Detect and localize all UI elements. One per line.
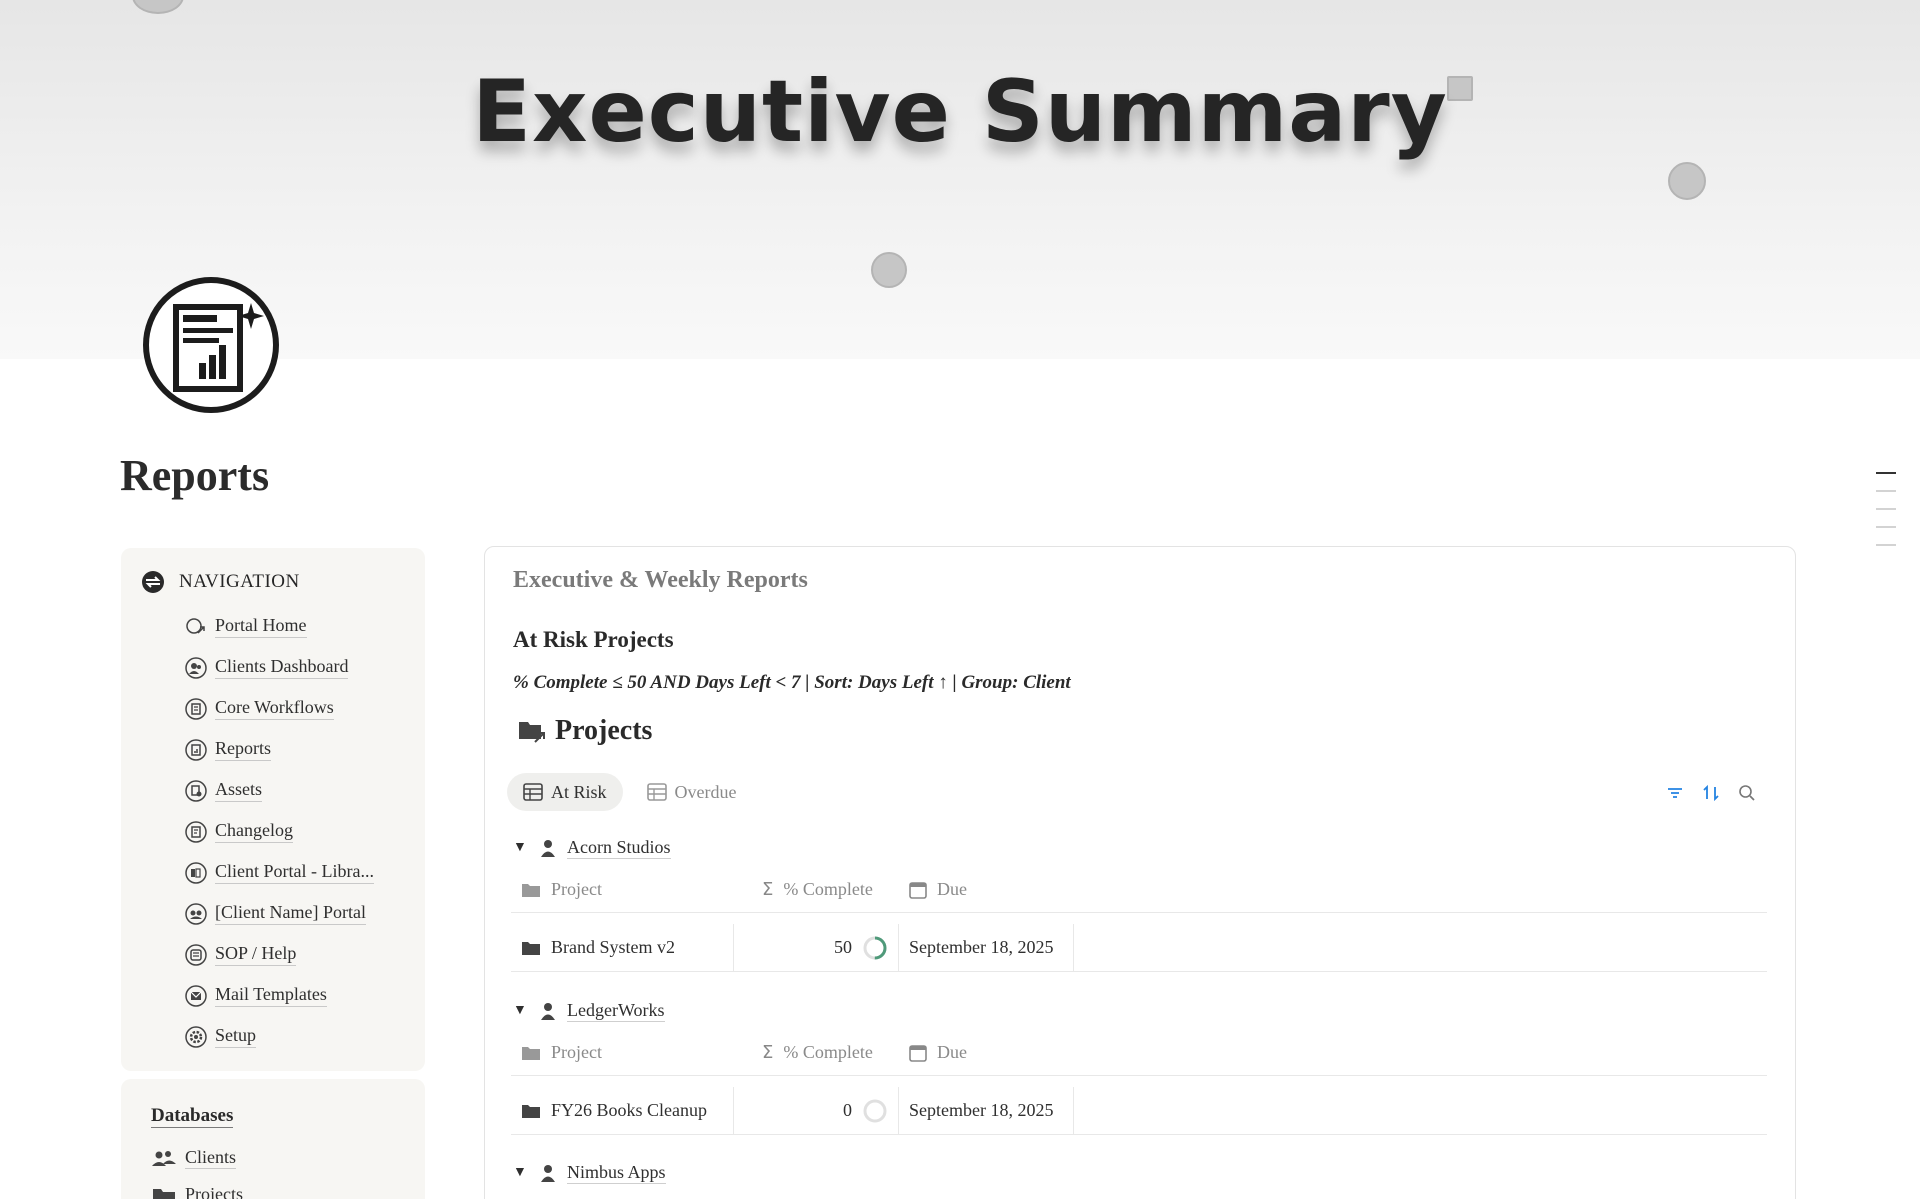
table-of-contents-marks[interactable] <box>1876 472 1896 562</box>
sigma-icon: Σ <box>762 1042 774 1063</box>
view-toolbar <box>1665 783 1757 803</box>
column-header-project[interactable]: Project <box>511 867 734 912</box>
sort-icon[interactable] <box>1701 783 1721 803</box>
report-icon <box>185 738 207 761</box>
toc-mark[interactable] <box>1876 490 1896 492</box>
navigation-panel: NAVIGATION Portal Home Clients Dashboard… <box>121 548 425 1071</box>
portal-icon <box>185 902 207 925</box>
page-title: Reports <box>120 451 270 500</box>
databases-heading[interactable]: Databases <box>151 1105 234 1128</box>
calendar-icon <box>909 1044 927 1062</box>
nav-item-sop-help[interactable]: SOP / Help <box>185 943 297 966</box>
group-header-acorn-studios[interactable]: ▼ Acorn Studios <box>513 837 671 859</box>
report-page-icon[interactable] <box>141 275 281 415</box>
group-header-nimbus-apps[interactable]: ▼ Nimbus Apps <box>513 1162 666 1184</box>
nav-item-assets[interactable]: Assets <box>185 779 263 802</box>
toc-mark[interactable] <box>1876 472 1896 474</box>
column-header-project[interactable]: Project <box>511 1030 734 1075</box>
folder-icon <box>522 941 540 955</box>
view-tabs: At Risk Overdue <box>507 773 753 811</box>
toc-mark[interactable] <box>1876 508 1896 510</box>
nav-item-mail-templates[interactable]: Mail Templates <box>185 984 327 1007</box>
column-header-due[interactable]: Due <box>899 1030 1074 1075</box>
nav-item-reports[interactable]: Reports <box>185 738 271 761</box>
table-header: Project Σ % Complete Due <box>511 1030 1767 1076</box>
cell-due[interactable]: September 18, 2025 <box>899 924 1074 971</box>
folder-icon <box>153 1189 175 1199</box>
cell-project[interactable]: Brand System v2 <box>511 924 734 971</box>
help-icon <box>185 943 207 966</box>
library-icon <box>185 861 207 884</box>
decor-circle <box>132 0 184 14</box>
person-icon <box>541 840 555 857</box>
folder-link-icon <box>519 722 545 743</box>
tab-overdue[interactable]: Overdue <box>631 773 753 811</box>
folder-icon <box>522 1104 540 1118</box>
people-icon <box>185 656 207 679</box>
nav-item-clients-dashboard[interactable]: Clients Dashboard <box>185 656 349 679</box>
group-header-ledgerworks[interactable]: ▼ LedgerWorks <box>513 1000 665 1022</box>
cell-due[interactable]: September 18, 2025 <box>899 1087 1074 1134</box>
nav-item-setup[interactable]: Setup <box>185 1025 257 1048</box>
changelog-icon <box>185 820 207 843</box>
person-icon <box>541 1165 555 1182</box>
at-risk-heading: At Risk Projects <box>513 627 674 652</box>
section-title: Executive & Weekly Reports <box>513 567 808 593</box>
toc-mark[interactable] <box>1876 526 1896 528</box>
sigma-icon: Σ <box>762 879 774 900</box>
nav-item-client-name-portal[interactable]: [Client Name] Portal <box>185 902 366 925</box>
filter-description: % Complete ≤ 50 AND Days Left < 7 | Sort… <box>513 672 1071 693</box>
table-view-icon <box>523 783 543 801</box>
decor-circle <box>871 252 907 288</box>
column-header-due[interactable]: Due <box>899 867 1074 912</box>
nav-item-changelog[interactable]: Changelog <box>185 820 293 843</box>
calendar-icon <box>909 881 927 899</box>
home-link-icon <box>186 617 205 634</box>
cell-complete[interactable]: 0 <box>734 1087 899 1134</box>
collapse-toggle-icon[interactable]: ▼ <box>513 1165 529 1181</box>
nav-item-core-workflows[interactable]: Core Workflows <box>185 697 334 720</box>
progress-ring <box>863 1099 887 1122</box>
navigation-heading-label: NAVIGATION <box>179 571 300 592</box>
db-item-projects[interactable]: Projects <box>151 1184 243 1199</box>
collapse-toggle-icon[interactable]: ▼ <box>513 1003 529 1019</box>
db-item-clients[interactable]: Clients <box>151 1147 237 1169</box>
navigation-icon <box>142 571 164 593</box>
assets-icon <box>185 779 207 802</box>
folder-icon <box>522 1046 540 1060</box>
nav-item-portal-home[interactable]: Portal Home <box>185 615 307 638</box>
databases-panel: Databases Clients Projects <box>121 1079 425 1199</box>
toc-mark[interactable] <box>1876 544 1896 546</box>
nav-item-client-portal-library[interactable]: Client Portal - Libra... <box>185 861 374 884</box>
workflow-icon <box>185 697 207 720</box>
table-header: Project Σ % Complete Due <box>511 867 1767 913</box>
navigation-heading: NAVIGATION <box>141 570 300 594</box>
person-icon <box>541 1003 555 1020</box>
cover-title: Executive Summary <box>472 62 1448 162</box>
reports-panel: Executive & Weekly Reports At Risk Proje… <box>484 546 1796 1199</box>
decor-circle <box>1668 162 1706 200</box>
table-row[interactable]: Brand System v2 50 September 18, 2025 <box>511 924 1767 972</box>
table-view-icon <box>646 783 667 801</box>
collapse-toggle-icon[interactable]: ▼ <box>513 840 529 856</box>
projects-database-title[interactable]: Projects <box>517 715 652 747</box>
mail-icon <box>185 984 207 1007</box>
tab-at-risk[interactable]: At Risk <box>507 773 623 811</box>
gear-icon <box>185 1025 207 1048</box>
people-icon <box>152 1151 176 1166</box>
column-header-complete[interactable]: Σ % Complete <box>734 1030 899 1075</box>
column-header-complete[interactable]: Σ % Complete <box>734 867 899 912</box>
search-icon[interactable] <box>1737 783 1757 803</box>
table-row[interactable]: FY26 Books Cleanup 0 September 18, 2025 <box>511 1087 1767 1135</box>
cell-project[interactable]: FY26 Books Cleanup <box>511 1087 734 1134</box>
page-cover: Executive Summary <box>0 0 1920 359</box>
cell-complete[interactable]: 50 <box>734 924 899 971</box>
folder-icon <box>522 883 540 897</box>
progress-ring <box>863 936 887 959</box>
filter-icon[interactable] <box>1665 783 1685 803</box>
